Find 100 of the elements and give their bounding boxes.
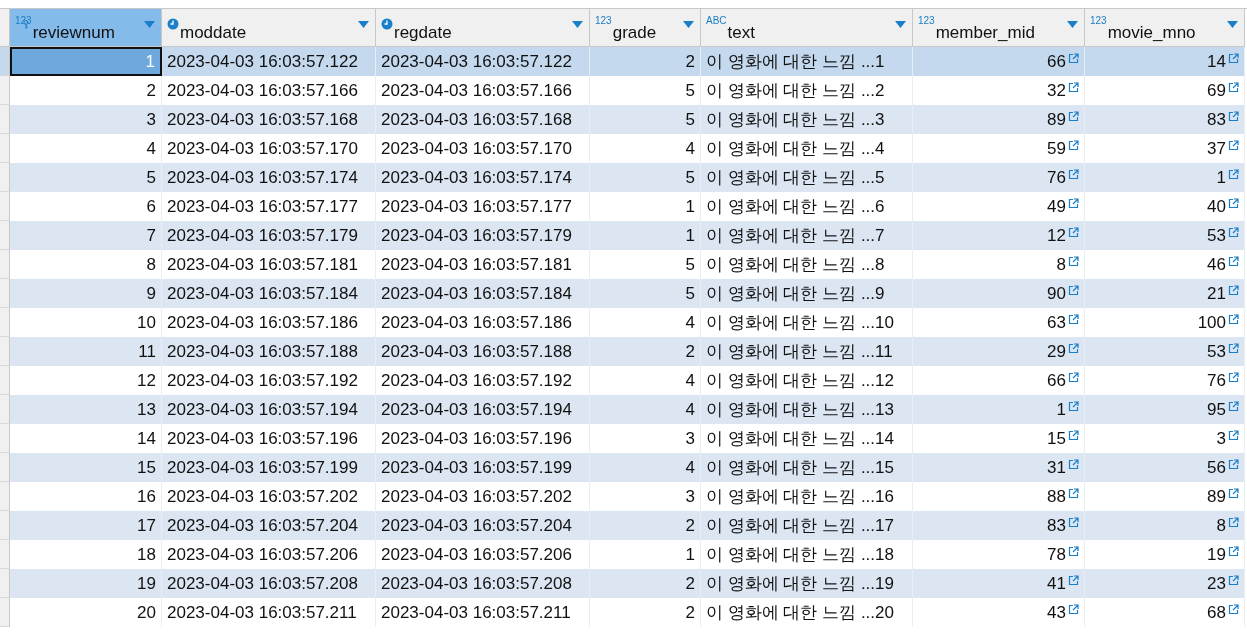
- table-cell[interactable]: 1: [590, 221, 701, 250]
- table-cell[interactable]: 21: [1085, 279, 1245, 308]
- table-cell[interactable]: 23: [1085, 569, 1245, 598]
- table-cell[interactable]: 66: [913, 47, 1085, 76]
- table-cell[interactable]: 12: [913, 221, 1085, 250]
- external-link-icon[interactable]: [1068, 169, 1079, 180]
- external-link-icon[interactable]: [1228, 575, 1239, 586]
- table-cell[interactable]: 2023-04-03 16:03:57.199: [376, 453, 590, 482]
- table-cell[interactable]: 9: [10, 279, 162, 308]
- table-cell[interactable]: 2023-04-03 16:03:57.208: [376, 569, 590, 598]
- external-link-icon[interactable]: [1068, 256, 1079, 267]
- external-link-icon[interactable]: [1228, 401, 1239, 412]
- external-link-icon[interactable]: [1228, 285, 1239, 296]
- table-cell[interactable]: 이 영화에 대한 느낌 ...20: [701, 598, 913, 627]
- table-cell[interactable]: 19: [10, 569, 162, 598]
- table-cell[interactable]: 83: [913, 511, 1085, 540]
- table-cell[interactable]: 76: [913, 163, 1085, 192]
- table-cell[interactable]: 4: [590, 395, 701, 424]
- table-cell[interactable]: 4: [590, 453, 701, 482]
- dropdown-arrow-icon[interactable]: [1227, 21, 1238, 28]
- external-link-icon[interactable]: [1228, 604, 1239, 615]
- column-header[interactable]: 123 reviewnum: [10, 9, 162, 47]
- table-cell[interactable]: 이 영화에 대한 느낌 ...3: [701, 105, 913, 134]
- table-cell[interactable]: 이 영화에 대한 느낌 ...5: [701, 163, 913, 192]
- column-header[interactable]: ABC text: [701, 9, 913, 47]
- table-cell[interactable]: 1: [913, 395, 1085, 424]
- external-link-icon[interactable]: [1068, 430, 1079, 441]
- external-link-icon[interactable]: [1228, 488, 1239, 499]
- external-link-icon[interactable]: [1228, 517, 1239, 528]
- table-cell[interactable]: 이 영화에 대한 느낌 ...15: [701, 453, 913, 482]
- table-cell[interactable]: 31: [913, 453, 1085, 482]
- table-cell[interactable]: 5: [590, 105, 701, 134]
- external-link-icon[interactable]: [1068, 198, 1079, 209]
- external-link-icon[interactable]: [1068, 459, 1079, 470]
- table-cell[interactable]: 이 영화에 대한 느낌 ...7: [701, 221, 913, 250]
- table-cell[interactable]: 2023-04-03 16:03:57.211: [376, 598, 590, 627]
- external-link-icon[interactable]: [1068, 372, 1079, 383]
- table-cell[interactable]: 53: [1085, 337, 1245, 366]
- table-cell[interactable]: 20: [10, 598, 162, 627]
- external-link-icon[interactable]: [1068, 517, 1079, 528]
- table-cell[interactable]: 2023-04-03 16:03:57.188: [162, 337, 376, 366]
- table-cell[interactable]: 29: [913, 337, 1085, 366]
- table-cell[interactable]: 90: [913, 279, 1085, 308]
- external-link-icon[interactable]: [1068, 140, 1079, 151]
- external-link-icon[interactable]: [1068, 604, 1079, 615]
- table-cell[interactable]: 7: [10, 221, 162, 250]
- external-link-icon[interactable]: [1228, 256, 1239, 267]
- table-cell[interactable]: 5: [590, 163, 701, 192]
- table-cell[interactable]: 2023-04-03 16:03:57.208: [162, 569, 376, 598]
- table-cell[interactable]: 이 영화에 대한 느낌 ...13: [701, 395, 913, 424]
- external-link-icon[interactable]: [1068, 227, 1079, 238]
- table-cell[interactable]: 14: [1085, 47, 1245, 76]
- table-cell[interactable]: 5: [10, 163, 162, 192]
- table-cell[interactable]: 이 영화에 대한 느낌 ...19: [701, 569, 913, 598]
- column-header[interactable]: regdate: [376, 9, 590, 47]
- table-cell[interactable]: 2023-04-03 16:03:57.204: [162, 511, 376, 540]
- table-cell[interactable]: 2023-04-03 16:03:57.199: [162, 453, 376, 482]
- table-cell[interactable]: 15: [10, 453, 162, 482]
- table-cell[interactable]: 2023-04-03 16:03:57.204: [376, 511, 590, 540]
- external-link-icon[interactable]: [1228, 198, 1239, 209]
- external-link-icon[interactable]: [1068, 343, 1079, 354]
- dropdown-arrow-icon[interactable]: [1067, 21, 1078, 28]
- external-link-icon[interactable]: [1228, 227, 1239, 238]
- table-cell[interactable]: 68: [1085, 598, 1245, 627]
- table-cell[interactable]: 53: [1085, 221, 1245, 250]
- external-link-icon[interactable]: [1228, 53, 1239, 64]
- table-cell[interactable]: 2023-04-03 16:03:57.174: [376, 163, 590, 192]
- dropdown-arrow-icon[interactable]: [144, 21, 155, 28]
- dropdown-arrow-icon[interactable]: [572, 21, 583, 28]
- external-link-icon[interactable]: [1228, 169, 1239, 180]
- table-cell[interactable]: 3: [10, 105, 162, 134]
- table-cell[interactable]: 2023-04-03 16:03:57.179: [376, 221, 590, 250]
- table-cell[interactable]: 83: [1085, 105, 1245, 134]
- external-link-icon[interactable]: [1068, 285, 1079, 296]
- table-cell[interactable]: 1: [1085, 163, 1245, 192]
- external-link-icon[interactable]: [1068, 546, 1079, 557]
- external-link-icon[interactable]: [1068, 111, 1079, 122]
- external-link-icon[interactable]: [1228, 459, 1239, 470]
- external-link-icon[interactable]: [1228, 430, 1239, 441]
- table-cell[interactable]: 2023-04-03 16:03:57.184: [162, 279, 376, 308]
- dropdown-arrow-icon[interactable]: [683, 21, 694, 28]
- table-cell[interactable]: 이 영화에 대한 느낌 ...17: [701, 511, 913, 540]
- table-cell[interactable]: 2: [590, 47, 701, 76]
- external-link-icon[interactable]: [1228, 111, 1239, 122]
- dropdown-arrow-icon[interactable]: [895, 21, 906, 28]
- external-link-icon[interactable]: [1228, 314, 1239, 325]
- external-link-icon[interactable]: [1228, 140, 1239, 151]
- table-cell[interactable]: 56: [1085, 453, 1245, 482]
- table-cell[interactable]: 2: [590, 337, 701, 366]
- table-cell[interactable]: 8: [1085, 511, 1245, 540]
- external-link-icon[interactable]: [1068, 53, 1079, 64]
- external-link-icon[interactable]: [1068, 314, 1079, 325]
- table-cell[interactable]: 2: [590, 569, 701, 598]
- external-link-icon[interactable]: [1228, 82, 1239, 93]
- external-link-icon[interactable]: [1228, 372, 1239, 383]
- column-header[interactable]: 123 grade: [590, 9, 701, 47]
- table-cell[interactable]: 2023-04-03 16:03:57.188: [376, 337, 590, 366]
- table-cell[interactable]: 2: [590, 511, 701, 540]
- external-link-icon[interactable]: [1068, 488, 1079, 499]
- external-link-icon[interactable]: [1228, 546, 1239, 557]
